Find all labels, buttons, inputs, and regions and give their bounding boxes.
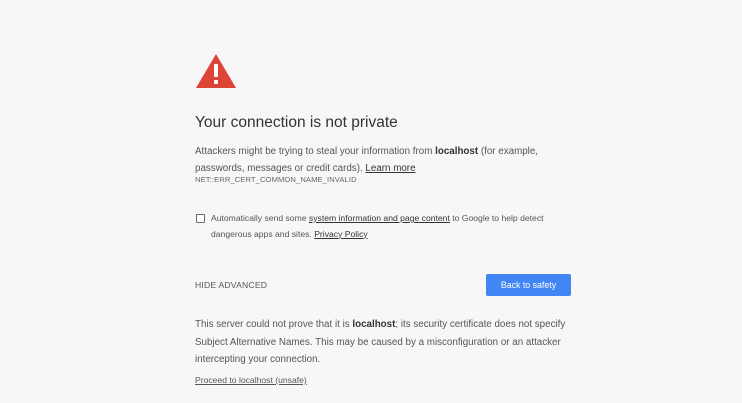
host-name: localhost: [435, 146, 479, 157]
back-to-safety-button[interactable]: Back to safety: [486, 274, 571, 296]
optin-label: Automatically send some system informati…: [211, 211, 571, 242]
details-host-name: localhost: [352, 319, 396, 330]
system-information-link[interactable]: system information and page content: [309, 213, 450, 223]
hide-advanced-button[interactable]: HIDE ADVANCED: [195, 280, 267, 290]
learn-more-link[interactable]: Learn more: [365, 163, 415, 174]
details-text-1: This server could not prove that it is: [195, 319, 353, 330]
reporting-checkbox[interactable]: [196, 214, 205, 223]
warning-triangle-icon: [196, 54, 236, 88]
optin-text-1: Automatically send some: [211, 213, 309, 223]
proceed-unsafe-link[interactable]: Proceed to localhost (unsafe): [195, 375, 307, 385]
main-message: Attackers might be trying to steal your …: [195, 143, 565, 177]
privacy-policy-link[interactable]: Privacy Policy: [314, 229, 367, 239]
message-text-1: Attackers might be trying to steal your …: [195, 146, 436, 157]
error-code: NET::ERR_CERT_COMMON_NAME_INVALID: [195, 175, 357, 184]
details-message: This server could not prove that it is l…: [195, 316, 575, 369]
page-title: Your connection is not private: [195, 114, 398, 131]
